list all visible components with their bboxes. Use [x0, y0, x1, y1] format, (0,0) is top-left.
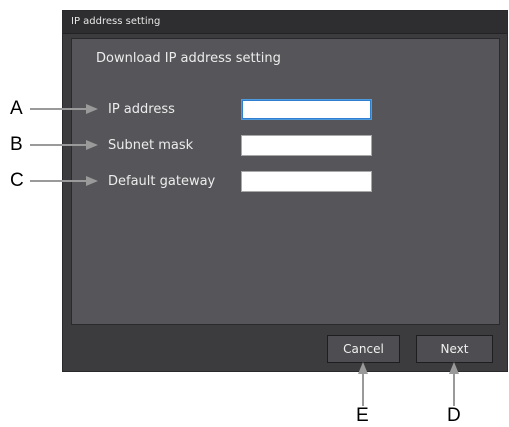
- callout-label-a: A: [10, 98, 23, 119]
- dialog-titlebar[interactable]: IP address setting: [63, 11, 507, 34]
- ip-address-setting-dialog: IP address setting Download IP address s…: [62, 10, 508, 372]
- ip-address-label: IP address: [108, 102, 175, 117]
- callout-label-d: D: [447, 405, 461, 426]
- dialog-title: IP address setting: [71, 16, 161, 27]
- next-button[interactable]: Next: [416, 335, 493, 363]
- section-heading: Download IP address setting: [96, 51, 281, 66]
- subnet-mask-label: Subnet mask: [108, 138, 194, 153]
- default-gateway-input[interactable]: [241, 171, 372, 192]
- callout-label-b: B: [10, 134, 23, 155]
- settings-panel: Download IP address setting IP address S…: [71, 38, 500, 325]
- cancel-button[interactable]: Cancel: [327, 335, 400, 363]
- callout-label-c: C: [10, 170, 24, 191]
- callout-label-e: E: [356, 405, 369, 426]
- subnet-mask-input[interactable]: [241, 135, 372, 156]
- ip-address-input[interactable]: [241, 99, 372, 120]
- default-gateway-label: Default gateway: [108, 174, 216, 189]
